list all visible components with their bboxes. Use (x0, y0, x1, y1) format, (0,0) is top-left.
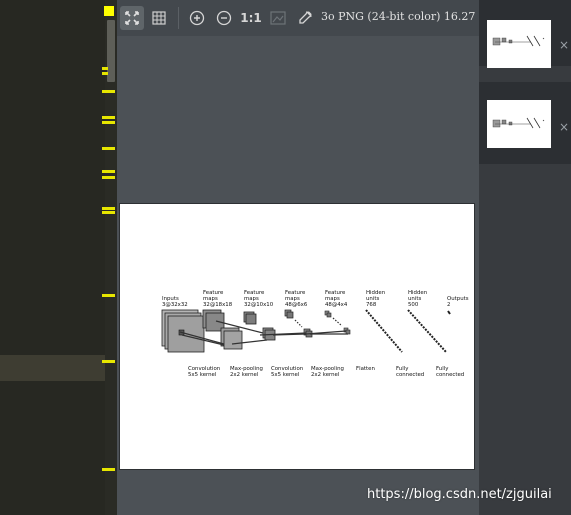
diagram-bottom-label: Fully connected (436, 366, 464, 378)
thumbnail-item-1[interactable]: × (479, 0, 571, 68)
color-picker-button[interactable] (293, 6, 317, 30)
scroll-marker (102, 116, 115, 119)
diagram-top-label: Feature maps 48@4x4 (325, 290, 348, 308)
scroll-marker (102, 360, 115, 363)
diagram-bottom-label: Flatten (356, 366, 375, 372)
thumbnail-preview-icon (492, 35, 545, 47)
scroll-marker (102, 294, 115, 297)
actual-size-button[interactable]: 1:1 (239, 6, 263, 30)
diagram-bottom-label: Convolution 5x5 kernel (271, 366, 303, 378)
hidden-units-500-column (407, 309, 447, 353)
zoom-in-button[interactable] (185, 6, 209, 30)
app-window: 1:1 3o PNG (24-bit color) 16.27 kB Input… (0, 0, 571, 515)
diagram-bottom-labels: Convolution 5x5 kernel Max-pooling 2x2 kern… (188, 366, 464, 378)
grid-view-button[interactable] (147, 6, 171, 30)
watermark-text: https://blog.csdn.net/zjguilai (367, 487, 552, 502)
zoom-out-icon (216, 10, 232, 26)
diagram-top-label: Feature maps 48@6x6 (285, 290, 308, 308)
diagram-top-label: Inputs 3@32x32 (162, 296, 188, 308)
diagram-top-label: Feature maps 32@18x18 (203, 290, 233, 308)
toolbar-separator (178, 7, 179, 29)
image-background-icon (270, 11, 286, 25)
scroll-marker (102, 211, 115, 214)
scroll-marker (102, 207, 115, 210)
grid-icon (152, 11, 166, 25)
scroll-marker (102, 176, 115, 179)
scroll-marker (102, 90, 115, 93)
editor-scrollbar-thumb[interactable] (107, 20, 115, 82)
scroll-marker (102, 147, 115, 150)
thumbnail-panel: × × (479, 0, 571, 515)
zoom-out-button[interactable] (212, 6, 236, 30)
diagram-bottom-label: Max-pooling 2x2 kernel (230, 366, 263, 378)
diagram-bottom-label: Max-pooling 2x2 kernel (311, 366, 344, 378)
diagram-top-label: Feature maps 32@10x10 (244, 290, 274, 308)
image-viewer: 1:1 3o PNG (24-bit color) 16.27 kB Input… (117, 0, 494, 515)
eyedropper-icon (299, 10, 313, 24)
hidden-units-768-column (365, 309, 403, 353)
scroll-marker (102, 170, 115, 173)
minimap-marker-square (104, 6, 114, 16)
thumbnail-image-2[interactable] (487, 100, 551, 148)
scroll-marker (102, 121, 115, 124)
background-toggle-button[interactable] (266, 6, 290, 30)
diagram-top-label: Outputs 2 (447, 296, 469, 308)
pool2-feature-maps (324, 310, 351, 335)
editor-pane[interactable] (0, 0, 117, 515)
scroll-marker (102, 468, 115, 471)
zoom-in-icon (189, 10, 205, 26)
input-layer-stack (161, 309, 205, 353)
diagram-top-label: Hidden units 500 (408, 290, 427, 308)
thumbnail-item-2[interactable]: × (479, 82, 571, 164)
scroll-marker (102, 72, 108, 75)
diagram-bottom-label: Fully connected (396, 366, 424, 378)
actual-size-label: 1:1 (240, 11, 262, 25)
current-line-highlight (0, 355, 117, 381)
cnn-architecture-diagram: Inputs 3@32x32 Feature maps 32@18x18 Feature m… (161, 290, 469, 378)
fit-to-window-button[interactable] (120, 6, 144, 30)
pool1-feature-maps (243, 311, 276, 341)
thumbnail-close-icon[interactable]: × (559, 120, 569, 134)
diagram-top-labels: Inputs 3@32x32 Feature maps 32@18x18 Feature m… (162, 290, 469, 308)
viewer-toolbar: 1:1 3o PNG (24-bit color) 16.27 kB (117, 0, 494, 36)
file-info-text: 3o PNG (24-bit color) 16.27 kB (321, 10, 494, 23)
fit-icon (125, 11, 139, 25)
displayed-image[interactable]: Inputs 3@32x32 Feature maps 32@18x18 Feature m… (119, 203, 475, 470)
thumbnail-preview-icon (492, 117, 545, 129)
scroll-marker (102, 67, 108, 70)
output-units (447, 310, 451, 315)
diagram-bottom-label: Convolution 5x5 kernel (188, 366, 220, 378)
thumbnail-image-1[interactable] (487, 20, 551, 68)
thumbnail-close-icon[interactable]: × (559, 38, 569, 52)
diagram-top-label: Hidden units 768 (366, 290, 385, 308)
